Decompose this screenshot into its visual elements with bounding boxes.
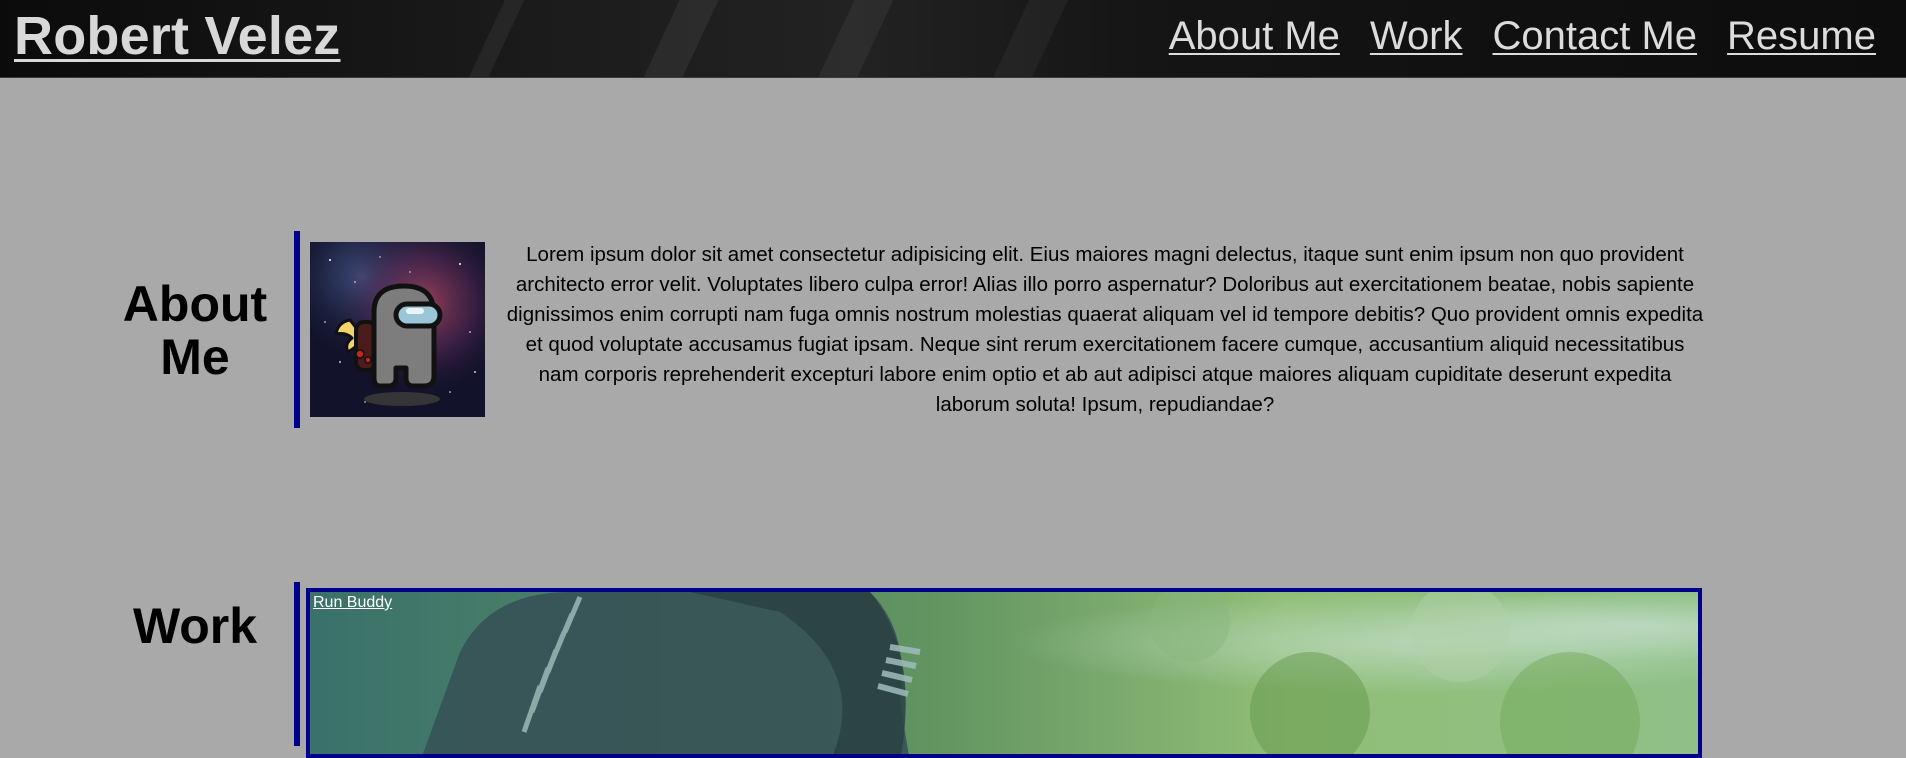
- work-heading: Work: [132, 598, 258, 654]
- nav-link-work[interactable]: Work: [1370, 14, 1463, 59]
- about-heading: About Me: [122, 276, 268, 385]
- main-nav: About Me Work Contact Me Resume: [1169, 14, 1876, 59]
- nav-link-resume[interactable]: Resume: [1727, 14, 1876, 59]
- about-paragraph: Lorem ipsum dolor sit amet consectetur a…: [506, 243, 1704, 416]
- work-accent-bar: [294, 582, 300, 746]
- project-card-run-buddy[interactable]: Run Buddy: [306, 588, 1702, 758]
- brand-link[interactable]: Robert Velez: [14, 5, 341, 67]
- nav-link-about-me[interactable]: About Me: [1169, 14, 1340, 59]
- avatar: [310, 242, 485, 417]
- site-header: Robert Velez About Me Work Contact Me Re…: [0, 0, 1906, 77]
- project-link-run-buddy[interactable]: Run Buddy: [313, 594, 392, 612]
- about-accent-bar: [294, 231, 300, 428]
- among-us-crewmate-icon: [310, 242, 485, 417]
- nav-link-contact-me[interactable]: Contact Me: [1493, 14, 1698, 59]
- project-image: [310, 592, 1698, 754]
